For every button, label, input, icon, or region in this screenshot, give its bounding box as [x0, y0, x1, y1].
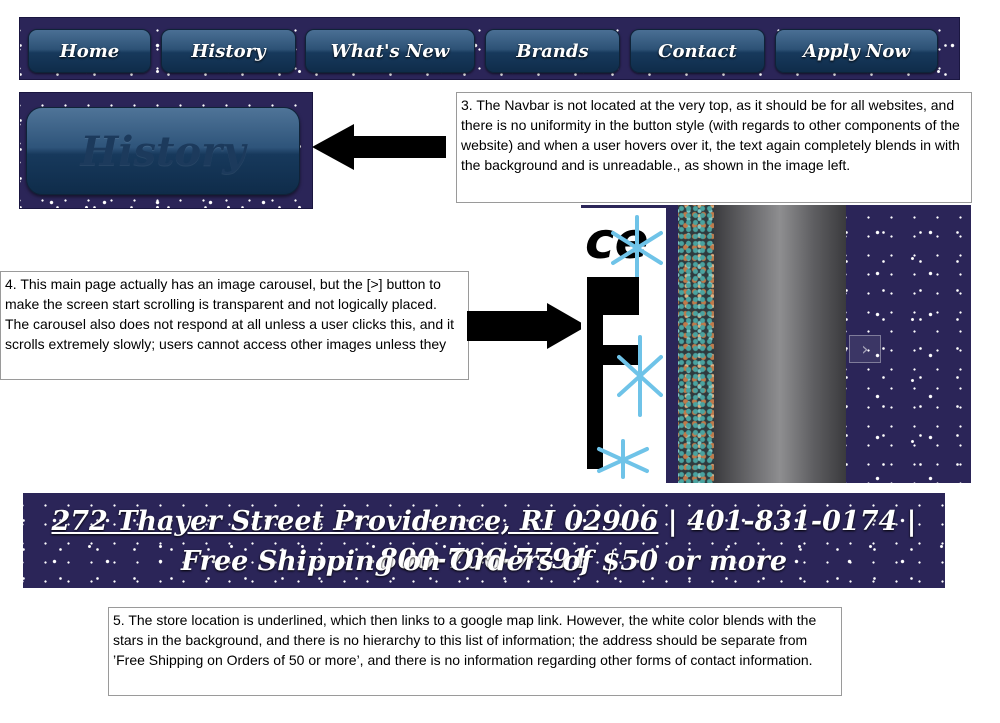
annotation-footer: 5. The store location is underlined, whi…: [108, 607, 842, 696]
carousel-slide-ad: ce: [581, 205, 666, 483]
nav-history-button[interactable]: History: [161, 29, 296, 73]
navbar: Home History What's New Brands Contact A…: [19, 17, 960, 80]
carousel-slide-boot: [666, 205, 846, 483]
footer-separator: |: [897, 506, 917, 537]
nav-home-button[interactable]: Home: [28, 29, 151, 73]
nav-contact-button[interactable]: Contact: [630, 29, 765, 73]
snowflake-icon: [617, 335, 663, 417]
snowflake-icon: [611, 215, 663, 281]
right-arrow-icon: [467, 303, 587, 349]
footer-separator: |: [658, 506, 687, 537]
image-carousel: ce ›: [581, 205, 971, 483]
nav-whats-new-button[interactable]: What's New: [305, 29, 475, 73]
footer-banner: 272 Thayer Street Providence, RI 02906 |…: [23, 493, 945, 588]
footer-phone-1: 401-831-0174: [687, 506, 898, 537]
left-arrow-icon: [312, 124, 446, 170]
carousel-next-button[interactable]: ›: [849, 335, 881, 363]
footer-address-link[interactable]: 272 Thayer Street Providence, RI 02906: [51, 506, 658, 537]
nav-apply-now-button[interactable]: Apply Now: [775, 29, 938, 73]
hover-state-screenshot: History: [19, 92, 313, 209]
annotation-carousel: 4. This main page actually has an image …: [0, 271, 469, 380]
snowflake-icon: [597, 439, 649, 479]
boot-image: [714, 205, 846, 483]
footer-shipping-text: Free Shipping on Orders of $50 or more: [180, 546, 788, 577]
history-button-hover-state[interactable]: History: [26, 107, 300, 195]
nav-brands-button[interactable]: Brands: [485, 29, 620, 73]
annotation-navbar: 3. The Navbar is not located at the very…: [456, 92, 972, 203]
